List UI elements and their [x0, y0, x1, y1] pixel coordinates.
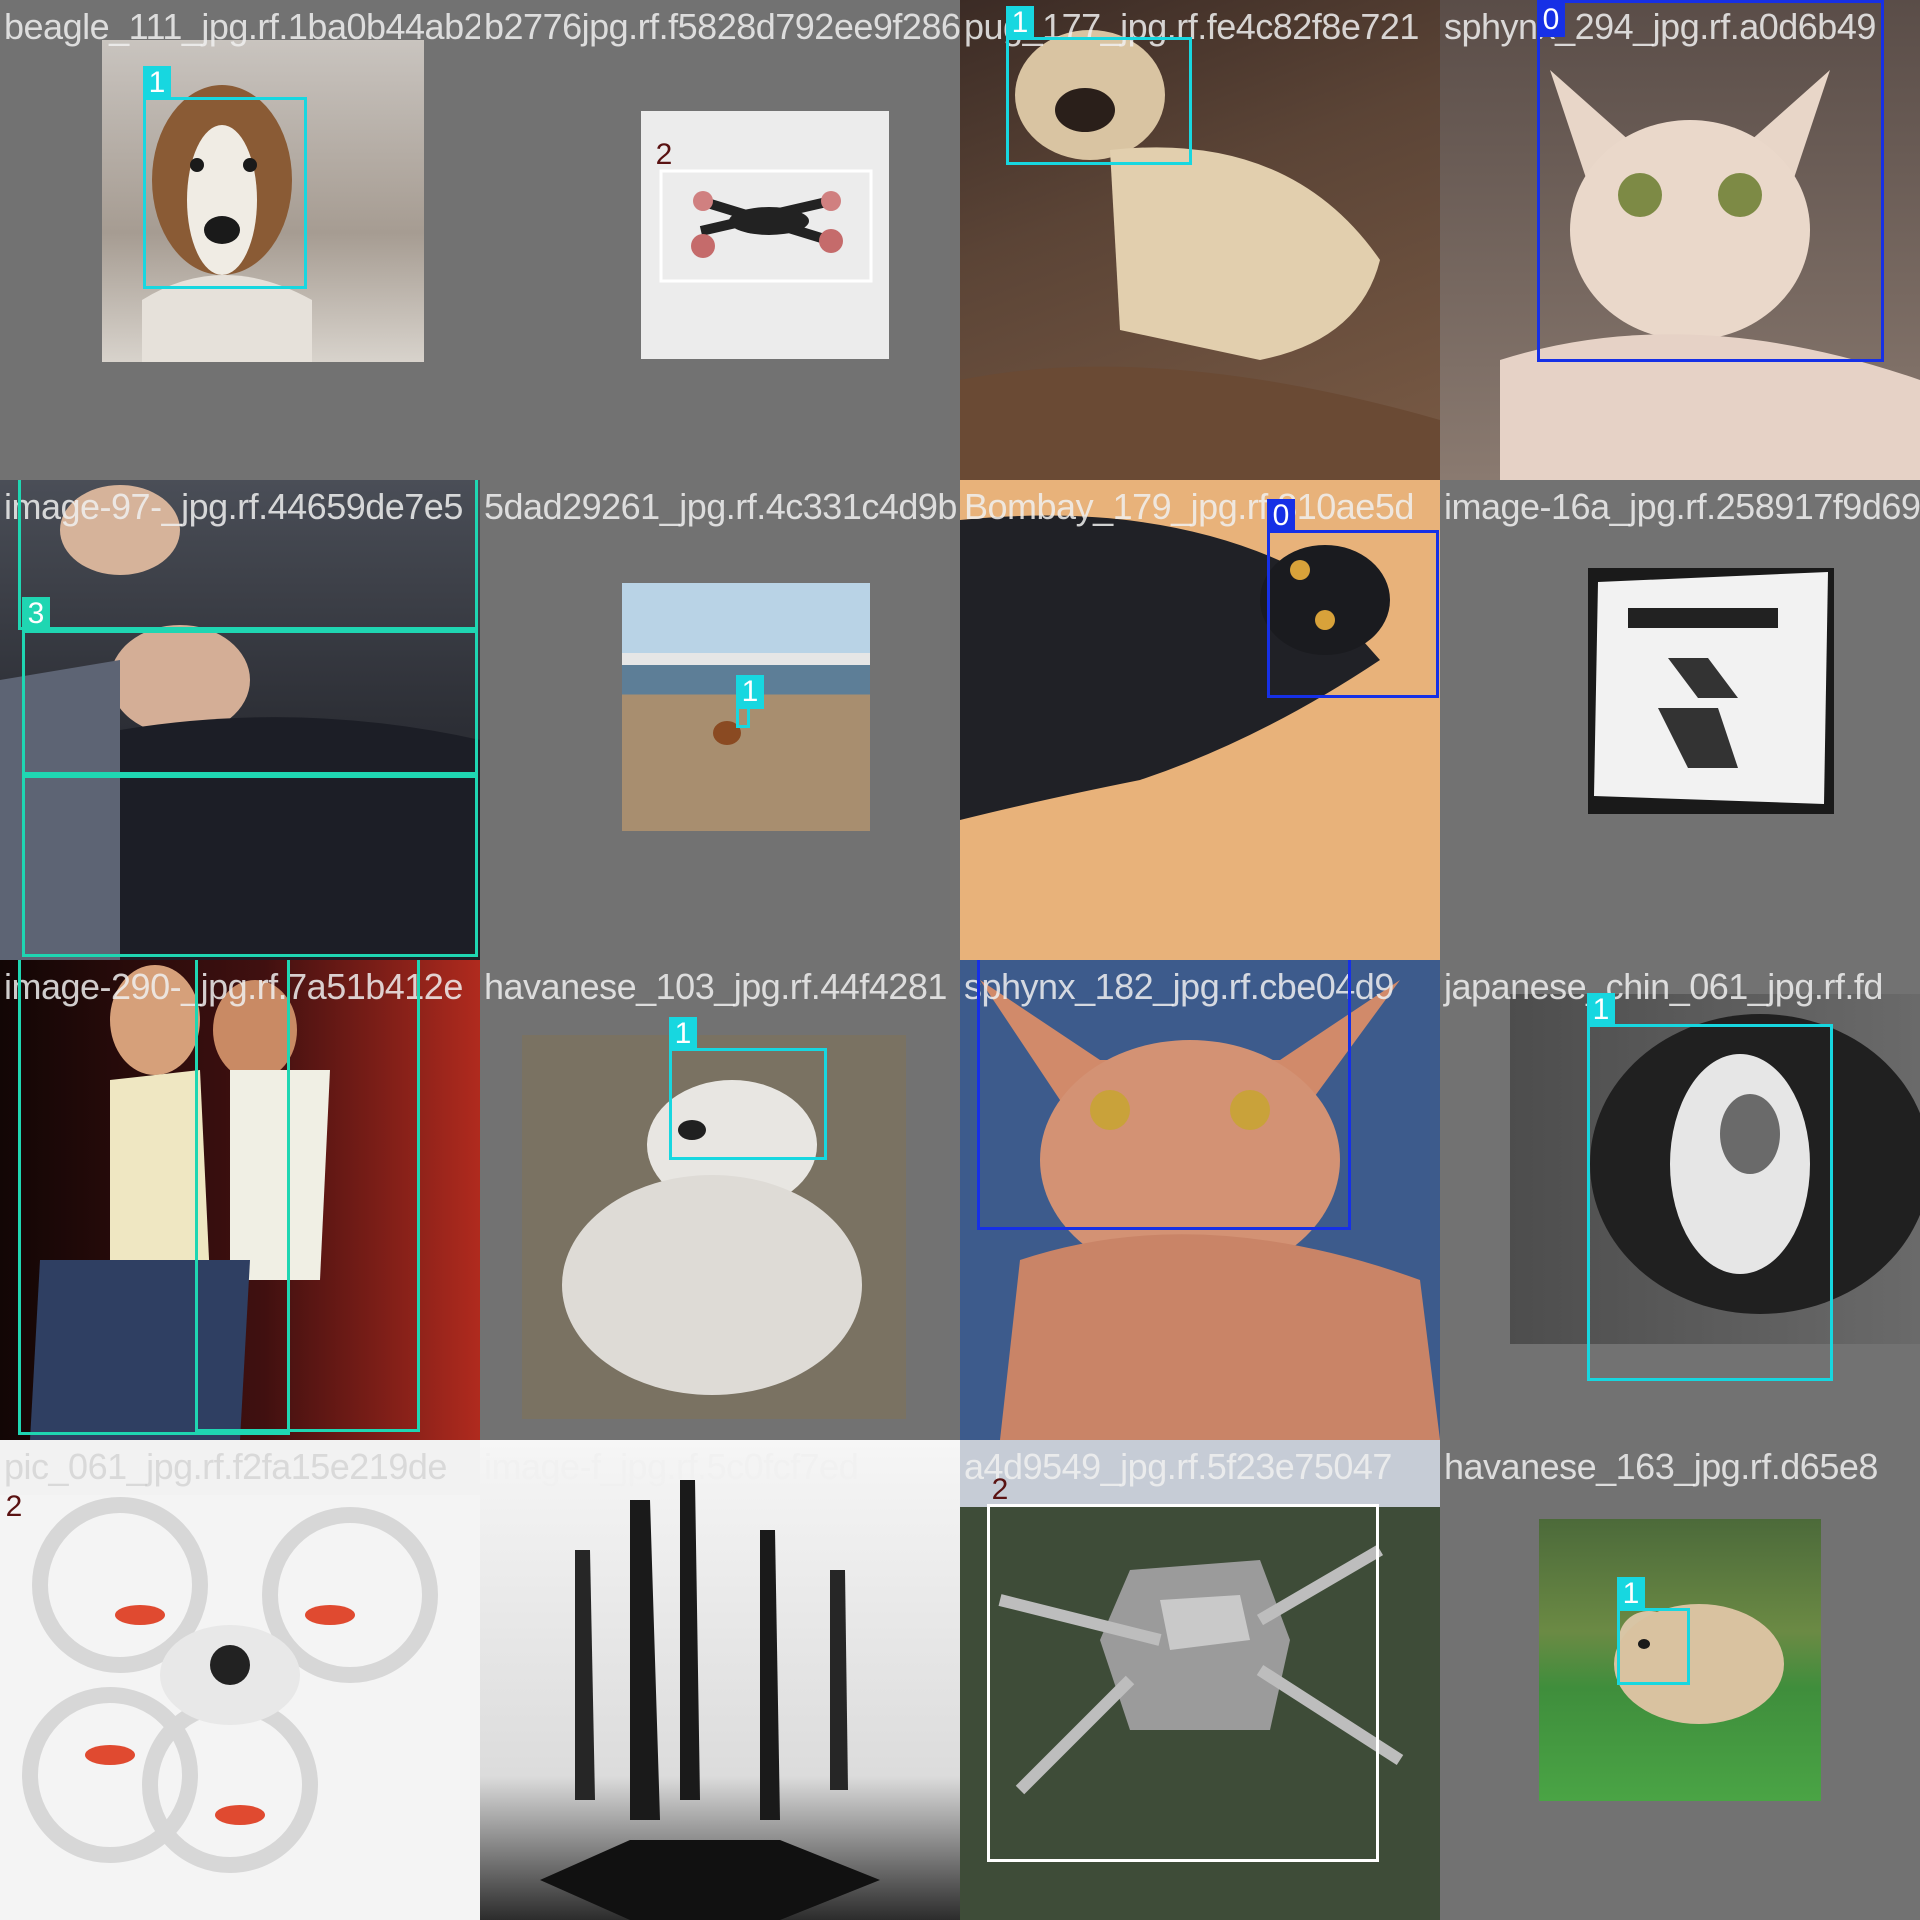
- bbox-class-1: 1: [143, 66, 307, 289]
- tile-filename: pic_061_jpg.rf.f2fa15e219de: [4, 1446, 447, 1487]
- bbox-class-1: 1: [1006, 6, 1192, 165]
- bbox-class-0: 0: [977, 960, 1351, 1230]
- bbox-class-3: 3: [18, 480, 478, 630]
- bbox-class-1: 1: [669, 1017, 827, 1160]
- bbox-class-3: [22, 775, 478, 957]
- drone-image-2: [0, 1495, 480, 1920]
- mannequins-image: [480, 1440, 960, 1920]
- bbox-class-1: 1: [1617, 1577, 1690, 1685]
- tile-fashion-xray: image-16a_jpg.rf.258917f9d693c: [1440, 480, 1920, 960]
- detection-mosaic: beagle_111_jpg.rf.1ba0b44ab2276c 1 b2776…: [0, 0, 1920, 1920]
- drone-shape: [659, 169, 873, 283]
- bbox-label: 0: [1537, 3, 1565, 37]
- bbox-label: 1: [736, 675, 764, 709]
- tile-pug: pug_177_jpg.rf.fe4c82f8e721 1: [960, 0, 1440, 480]
- tile-drone-2: pic_061_jpg.rf.f2fa15e219de 2: [0, 1440, 480, 1920]
- fashion-shape: [1594, 572, 1828, 804]
- bbox-class-2: 2: [648, 138, 673, 171]
- bbox-label: 2: [5, 1490, 23, 1523]
- bbox-class-1: 1: [1587, 993, 1833, 1381]
- bbox-label: 0: [1267, 499, 1295, 533]
- tile-people-1: image-97-_jpg.rf.44659de7e5 3 3: [0, 480, 480, 960]
- fashion-image: [1588, 568, 1834, 814]
- bbox-class-3: 3: [195, 960, 420, 1432]
- tile-mannequins: image-f_jpg.rf.5c0fcf7ed: [480, 1440, 960, 1920]
- bbox-label: 1: [143, 66, 171, 100]
- tile-filename: b2776jpg.rf.f5828d792ee9f2869: [484, 6, 960, 47]
- bbox-label: 1: [1006, 6, 1034, 40]
- bbox-label: 1: [1617, 1577, 1645, 1611]
- bbox-label: 2: [655, 138, 673, 171]
- tile-drone-sim: a4d9549_jpg.rf.5f23e75047 2: [960, 1440, 1440, 1920]
- tile-beach-dog: 5dad29261_jpg.rf.4c331c4d9b 1: [480, 480, 960, 960]
- quad-drone-shape: [22, 1497, 438, 1873]
- tile-beagle: beagle_111_jpg.rf.1ba0b44ab2276c 1: [0, 0, 480, 480]
- tile-people-2: image-290-_jpg.rf.7a51b412e 3 3: [0, 960, 480, 1440]
- bbox-label: 2: [991, 1473, 1009, 1506]
- bbox-class-1: 1: [736, 675, 764, 728]
- tile-sphynx-2: sphynx_182_jpg.rf.cbe04d9 0: [960, 960, 1440, 1440]
- bbox-class-0: 0: [1537, 0, 1884, 362]
- bbox-class-2: 2: [0, 1490, 23, 1523]
- tile-havanese-1: havanese_103_jpg.rf.44f4281 1: [480, 960, 960, 1440]
- tile-bombay-cat: Bombay_179_jpg.rf.810ae5d 0: [960, 480, 1440, 960]
- tile-filename: image-16a_jpg.rf.258917f9d693c: [1444, 486, 1920, 527]
- tile-japanese-chin: japanese_chin_061_jpg.rf.fd 1: [1440, 960, 1920, 1440]
- tile-havanese-2: havanese_163_jpg.rf.d65e8 1: [1440, 1440, 1920, 1920]
- bbox-label: 1: [669, 1017, 697, 1051]
- bbox-label: 3: [22, 597, 50, 631]
- mannequins-shape: [540, 1480, 880, 1920]
- tile-drone-1: b2776jpg.rf.f5828d792ee9f2869 2: [480, 0, 960, 480]
- bbox-label: 1: [1587, 993, 1615, 1027]
- bbox-class-0: 0: [1267, 499, 1439, 698]
- drone-image: [641, 111, 889, 359]
- tile-filename: havanese_163_jpg.rf.d65e8: [1444, 1446, 1878, 1487]
- tile-sphynx-1: sphynx_294_jpg.rf.a0d6b49 0: [1440, 0, 1920, 480]
- bbox-class-2: 2: [987, 1473, 1379, 1862]
- tile-filename: havanese_103_jpg.rf.44f4281: [484, 966, 947, 1007]
- bbox-class-3: 3: [22, 597, 478, 775]
- tile-filename: 5dad29261_jpg.rf.4c331c4d9b: [484, 486, 957, 527]
